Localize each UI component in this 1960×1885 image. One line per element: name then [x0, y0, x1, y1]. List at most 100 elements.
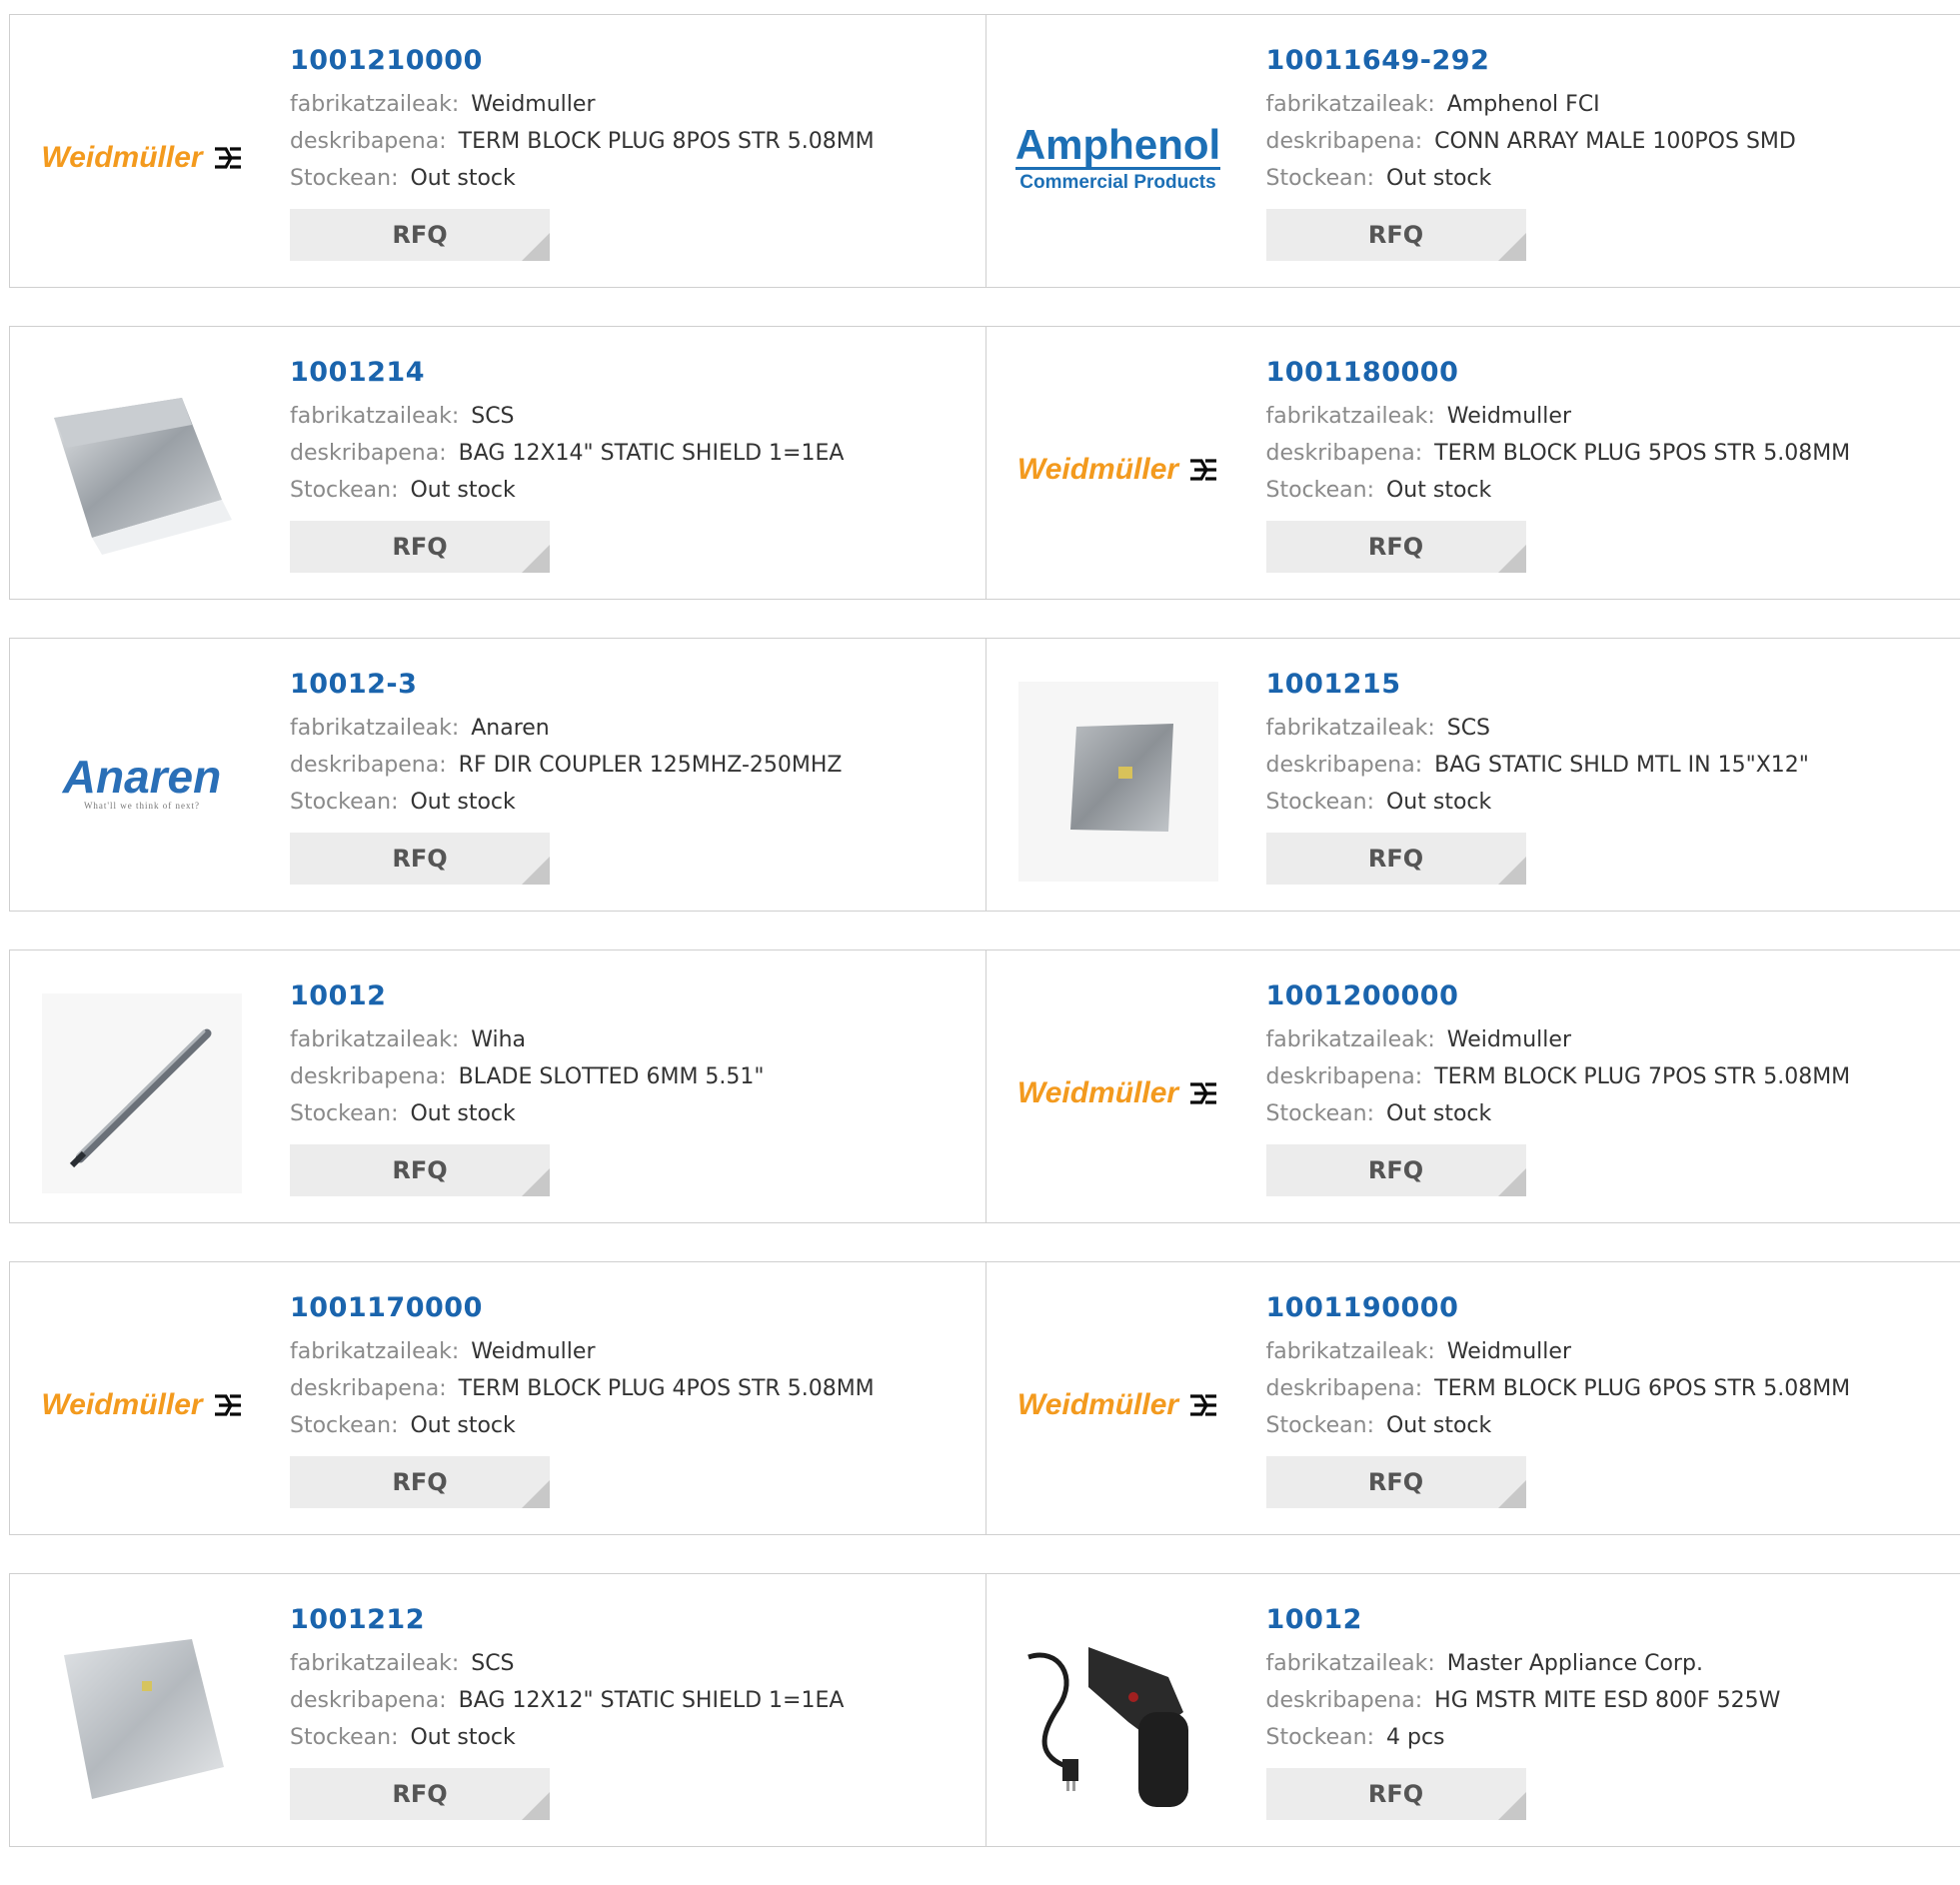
- part-number-link[interactable]: 1001214: [290, 357, 844, 388]
- product-image[interactable]: Weidmüller: [1016, 368, 1220, 572]
- product-info: 10012 fabrikatzaileak:Wiha deskribapena:…: [290, 980, 765, 1196]
- screwdriver-blade-photo: [42, 993, 242, 1193]
- stock-row: Stockean:Out stock: [1266, 1095, 1851, 1132]
- product-info: 1001180000 fabrikatzaileak:Weidmuller de…: [1266, 357, 1851, 573]
- rfq-button[interactable]: RFQ: [1266, 209, 1526, 261]
- rfq-label: RFQ: [392, 533, 447, 561]
- product-image[interactable]: [1016, 1615, 1220, 1819]
- product-info: 1001214 fabrikatzaileak:SCS deskribapena…: [290, 357, 844, 573]
- rfq-button[interactable]: RFQ: [1266, 521, 1526, 573]
- stock-label: Stockean:: [1266, 1101, 1374, 1126]
- rfq-button[interactable]: RFQ: [1266, 1768, 1526, 1820]
- weidmuller-mark-icon: [213, 145, 243, 171]
- stock-label: Stockean:: [1266, 478, 1374, 503]
- rfq-label: RFQ: [392, 845, 447, 873]
- product-card: 1001212 fabrikatzaileak:SCS deskribapena…: [10, 1574, 985, 1846]
- part-number-link[interactable]: 10012: [290, 980, 765, 1011]
- product-card: 1001215 fabrikatzaileak:SCS deskribapena…: [985, 639, 1960, 911]
- rfq-button[interactable]: RFQ: [290, 1144, 550, 1196]
- product-image[interactable]: [1016, 680, 1220, 884]
- manufacturer-row: fabrikatzaileak:Weidmuller: [1266, 398, 1851, 435]
- product-image[interactable]: [40, 991, 244, 1195]
- product-image[interactable]: [40, 368, 244, 572]
- product-image[interactable]: Weidmüller: [40, 1303, 244, 1507]
- description-label: deskribapena:: [1266, 1376, 1423, 1401]
- description-label: deskribapena:: [290, 753, 447, 778]
- stock-value: Out stock: [1386, 166, 1491, 191]
- part-number-link[interactable]: 1001210000: [290, 45, 875, 76]
- description-label: deskribapena:: [1266, 1688, 1423, 1713]
- description-label: deskribapena:: [1266, 753, 1423, 778]
- product-image[interactable]: Anaren What'll we think of next?: [40, 680, 244, 884]
- description-row: deskribapena: BAG 12X14" STATIC SHIELD 1=…: [290, 435, 844, 472]
- rfq-button[interactable]: RFQ: [1266, 833, 1526, 885]
- product-image[interactable]: Weidmüller: [1016, 1303, 1220, 1507]
- rfq-label: RFQ: [1368, 221, 1423, 249]
- product-info: 1001212 fabrikatzaileak:SCS deskribapena…: [290, 1604, 844, 1820]
- rfq-button[interactable]: RFQ: [1266, 1144, 1526, 1196]
- corner-fold-icon: [1498, 233, 1526, 261]
- rfq-label: RFQ: [1368, 845, 1423, 873]
- manufacturer-value: Anaren: [471, 716, 550, 741]
- part-number-link[interactable]: 1001200000: [1266, 980, 1851, 1011]
- product-card: 10012 fabrikatzaileak:Wiha deskribapena:…: [10, 950, 985, 1222]
- rfq-button[interactable]: RFQ: [290, 833, 550, 885]
- part-number-link[interactable]: 10011649-292: [1266, 45, 1796, 76]
- amphenol-logo: Amphenol Commercial Products: [1015, 123, 1220, 194]
- manufacturer-row: fabrikatzaileak:Master Appliance Corp.: [1266, 1645, 1781, 1682]
- rfq-label: RFQ: [1368, 1468, 1423, 1496]
- corner-fold-icon: [1498, 1480, 1526, 1508]
- description-value: TERM BLOCK PLUG 7POS STR 5.08MM: [1434, 1064, 1850, 1089]
- stock-row: Stockean:Out stock: [290, 1095, 765, 1132]
- description-row: deskribapena: BAG STATIC SHLD MTL IN 15"X…: [1266, 747, 1809, 784]
- description-row: deskribapena: HG MSTR MITE ESD 800F 525W: [1266, 1682, 1781, 1719]
- part-number-link[interactable]: 10012: [1266, 1604, 1781, 1635]
- corner-fold-icon: [1498, 1792, 1526, 1820]
- corner-fold-icon: [1498, 1168, 1526, 1196]
- description-value: TERM BLOCK PLUG 6POS STR 5.08MM: [1434, 1376, 1850, 1401]
- rfq-button[interactable]: RFQ: [290, 521, 550, 573]
- manufacturer-label: fabrikatzaileak:: [290, 92, 459, 117]
- part-number-link[interactable]: 1001170000: [290, 1292, 875, 1323]
- product-info: 1001210000 fabrikatzaileak:Weidmuller de…: [290, 45, 875, 261]
- rfq-button[interactable]: RFQ: [290, 1768, 550, 1820]
- stock-row: Stockean:Out stock: [290, 160, 875, 197]
- rfq-label: RFQ: [392, 221, 447, 249]
- stock-value: Out stock: [1386, 1413, 1491, 1438]
- brand-logo-text: Weidmüller: [1017, 1076, 1178, 1110]
- description-value: BAG STATIC SHLD MTL IN 15"X12": [1434, 753, 1809, 778]
- part-number-link[interactable]: 10012-3: [290, 669, 843, 700]
- part-number-link[interactable]: 1001190000: [1266, 1292, 1851, 1323]
- description-label: deskribapena:: [290, 441, 447, 466]
- rfq-label: RFQ: [392, 1156, 447, 1184]
- manufacturer-row: fabrikatzaileak:Weidmuller: [1266, 1021, 1851, 1058]
- rfq-button[interactable]: RFQ: [1266, 1456, 1526, 1508]
- manufacturer-row: fabrikatzaileak:Weidmuller: [290, 86, 875, 123]
- description-label: deskribapena:: [1266, 441, 1423, 466]
- weidmuller-logo: Weidmüller: [41, 1388, 242, 1422]
- product-image[interactable]: [40, 1615, 244, 1819]
- stock-label: Stockean:: [1266, 166, 1374, 191]
- rfq-button[interactable]: RFQ: [290, 209, 550, 261]
- product-image[interactable]: Amphenol Commercial Products: [1016, 56, 1220, 260]
- stock-label: Stockean:: [290, 1725, 398, 1750]
- part-number-link[interactable]: 1001212: [290, 1604, 844, 1635]
- part-number-link[interactable]: 1001215: [1266, 669, 1809, 700]
- heat-gun-photo: [1018, 1617, 1218, 1817]
- rfq-label: RFQ: [1368, 533, 1423, 561]
- part-number-link[interactable]: 1001180000: [1266, 357, 1851, 388]
- corner-fold-icon: [522, 545, 550, 573]
- stock-value: Out stock: [410, 1725, 515, 1750]
- rfq-button[interactable]: RFQ: [290, 1456, 550, 1508]
- stock-value: Out stock: [410, 1413, 515, 1438]
- product-image[interactable]: Weidmüller: [40, 56, 244, 260]
- stock-row: Stockean:Out stock: [1266, 1407, 1851, 1444]
- product-card: Weidmüller 1001180000 fabrikatzaileak:We…: [985, 327, 1960, 599]
- corner-fold-icon: [522, 1792, 550, 1820]
- description-value: HG MSTR MITE ESD 800F 525W: [1434, 1688, 1780, 1713]
- description-value: BAG 12X14" STATIC SHIELD 1=1EA: [459, 441, 845, 466]
- manufacturer-value: Weidmuller: [471, 1339, 595, 1364]
- brand-logo-text: Weidmüller: [1017, 453, 1178, 487]
- product-image[interactable]: Weidmüller: [1016, 991, 1220, 1195]
- rfq-label: RFQ: [392, 1780, 447, 1808]
